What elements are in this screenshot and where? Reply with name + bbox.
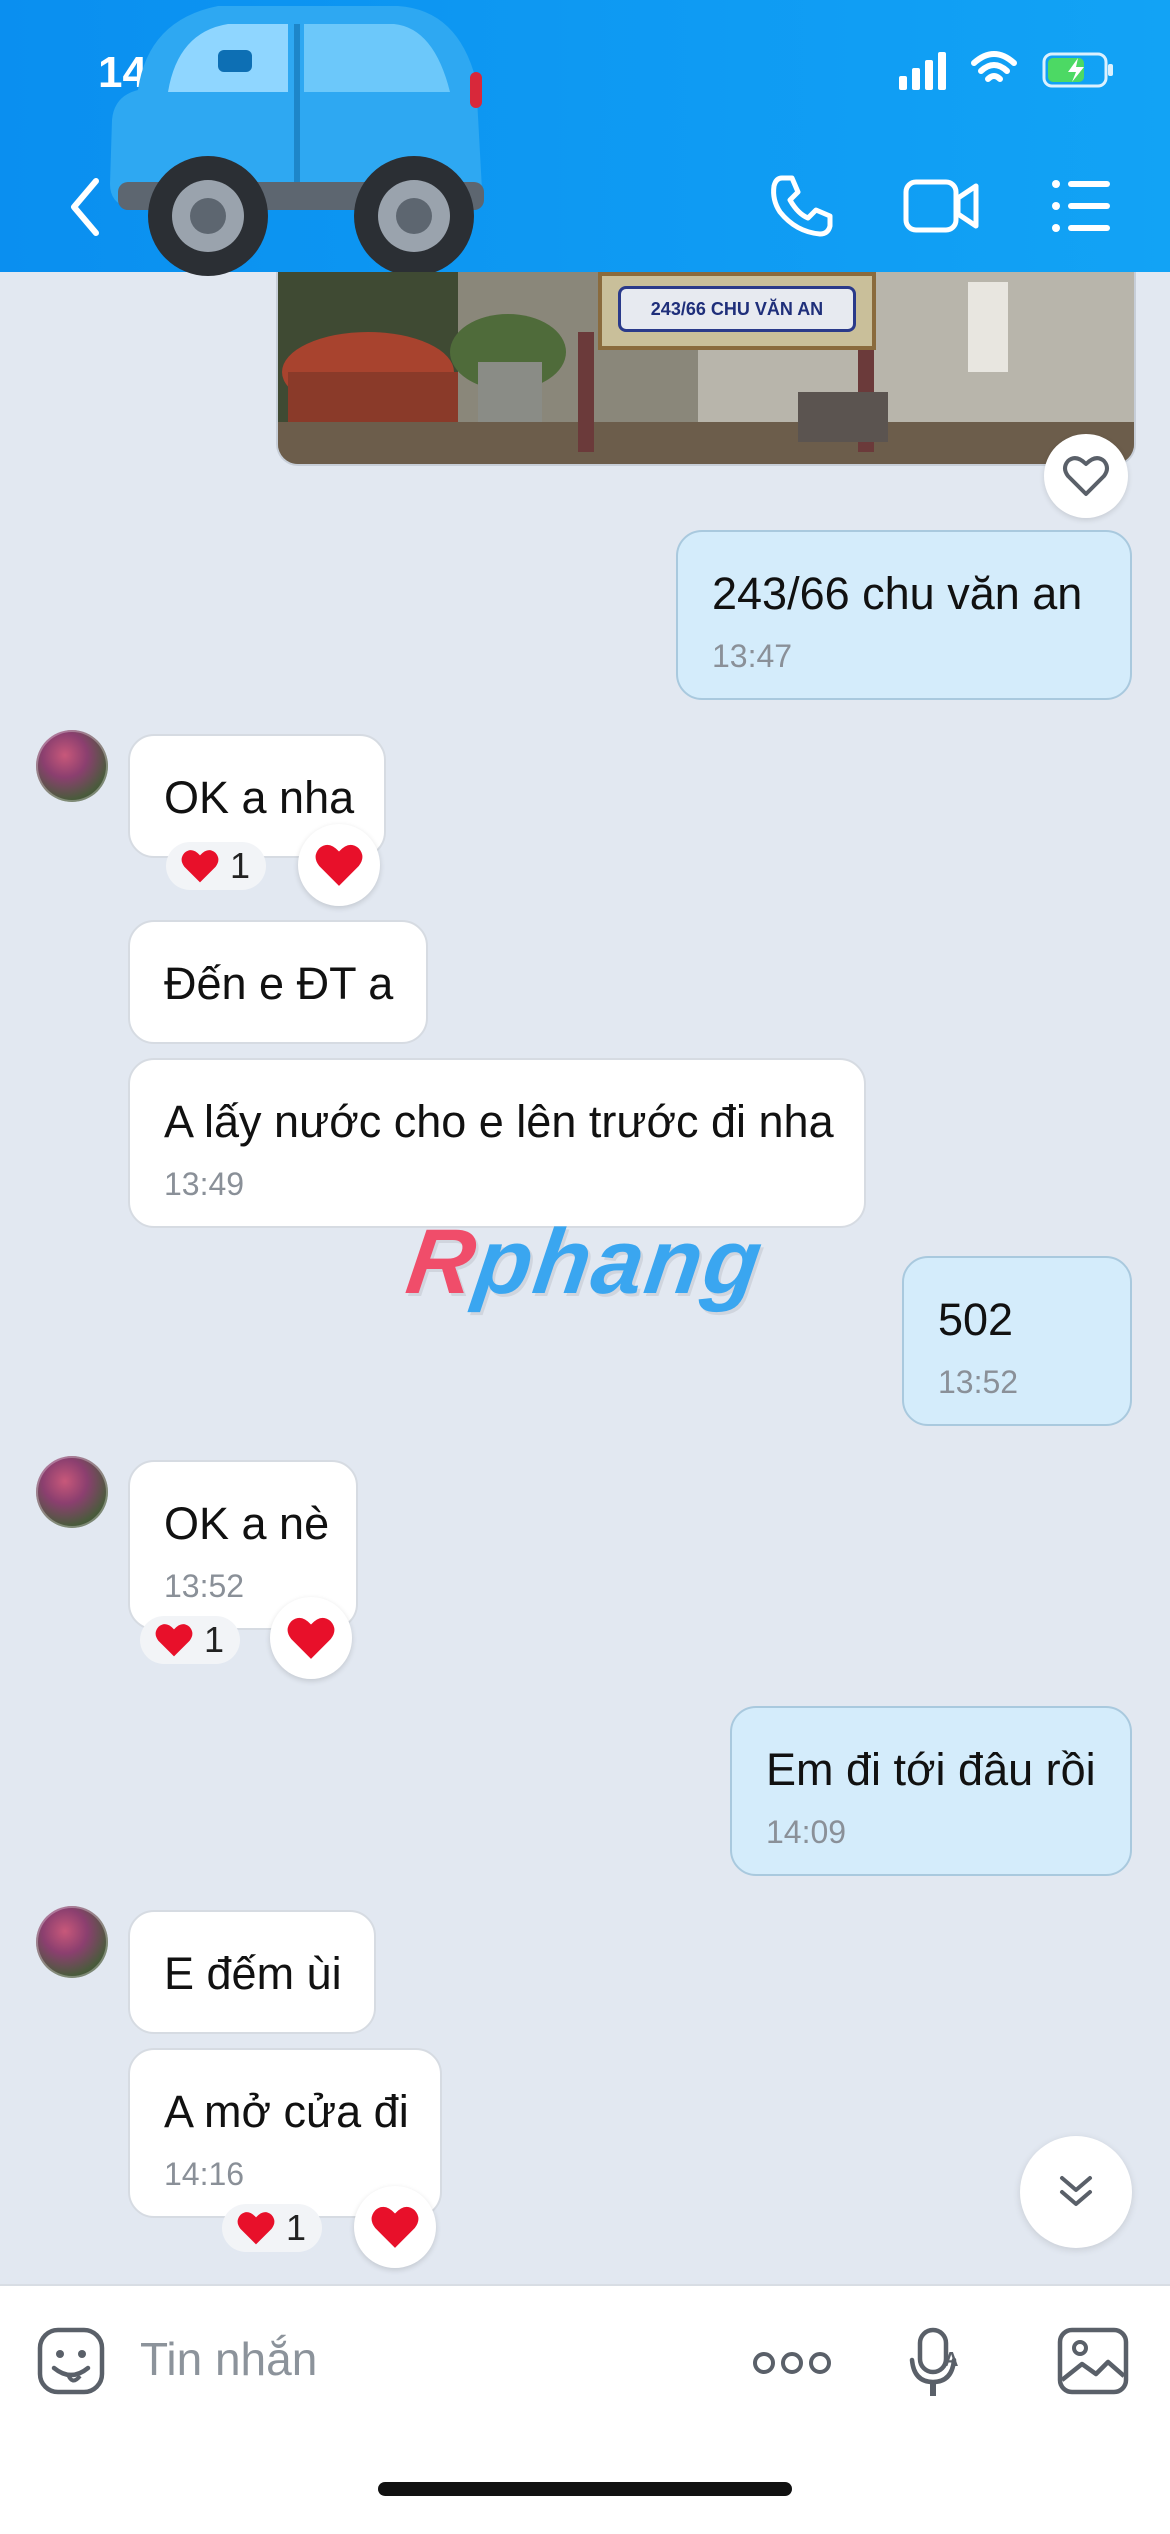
sticker-button[interactable] xyxy=(36,2326,106,2401)
photo-street-sign: 243/66 CHU VĂN AN xyxy=(598,272,876,350)
photo-like-button[interactable] xyxy=(1044,434,1128,518)
heart-icon xyxy=(315,844,363,886)
reaction-summary[interactable]: 1 xyxy=(166,842,267,890)
contact-avatar[interactable] xyxy=(36,1906,108,1978)
video-camera-icon xyxy=(903,179,979,233)
message-text: A mở cửa đi xyxy=(164,2086,409,2137)
message-bubble-outgoing[interactable]: 243/66 chu văn an 13:47 xyxy=(676,530,1132,700)
message-time: 13:47 xyxy=(712,638,793,674)
heart-icon xyxy=(181,850,219,883)
watermark-logo: Rphang xyxy=(400,1211,770,1313)
call-button[interactable] xyxy=(768,172,836,240)
message-text: E đếm ùi xyxy=(164,1948,342,1999)
message-text: 243/66 chu văn an xyxy=(712,568,1083,619)
more-options-button[interactable] xyxy=(752,2348,832,2383)
image-picker-button[interactable] xyxy=(1056,2326,1130,2401)
voice-to-text-icon: A xyxy=(909,2327,958,2396)
svg-text:A: A xyxy=(944,2349,958,2371)
message-text: OK a nha xyxy=(164,772,355,823)
heart-icon xyxy=(287,1617,335,1659)
reaction-count: 1 xyxy=(230,845,251,886)
message-bubble-incoming[interactable]: Đến e ĐT a xyxy=(128,920,428,1044)
chat-menu-button[interactable] xyxy=(1050,172,1112,240)
message-time: 13:49 xyxy=(164,1166,245,1202)
list-menu-icon xyxy=(1052,180,1110,232)
message-time: 13:52 xyxy=(938,1364,1019,1400)
wifi-icon xyxy=(970,51,1018,89)
heart-icon xyxy=(155,1624,193,1657)
chevron-left-icon xyxy=(71,178,99,236)
heart-outline-icon xyxy=(1063,456,1109,496)
message-text: 502 xyxy=(938,1294,1014,1345)
react-heart-button[interactable] xyxy=(298,824,380,906)
status-icons xyxy=(899,50,1114,90)
message-text: Đến e ĐT a xyxy=(164,958,394,1009)
message-input-bar: Tin nhắn A xyxy=(0,2284,1170,2534)
message-bubble-outgoing[interactable]: 502 13:52 xyxy=(902,1256,1132,1426)
battery-charging-icon xyxy=(1042,52,1114,88)
reaction-summary[interactable]: 1 xyxy=(140,1616,241,1664)
video-call-button[interactable] xyxy=(902,172,980,240)
more-icon xyxy=(753,2352,831,2374)
double-chevron-down-icon xyxy=(1060,2176,1092,2206)
home-indicator xyxy=(378,2482,792,2496)
street-sign-text: 243/66 CHU VĂN AN xyxy=(618,286,856,332)
contact-avatar[interactable] xyxy=(36,730,108,802)
message-time: 13:52 xyxy=(164,1568,245,1604)
message-bubble-outgoing[interactable]: Em đi tới đâu rồi 14:09 xyxy=(730,1706,1132,1876)
message-text: Em đi tới đâu rồi xyxy=(766,1744,1096,1795)
phone-icon xyxy=(771,175,833,237)
message-time: 14:16 xyxy=(164,2156,245,2192)
reaction-count: 1 xyxy=(286,2207,307,2248)
reaction-summary[interactable]: 1 xyxy=(222,2204,323,2252)
heart-icon xyxy=(237,2212,275,2245)
message-text: OK a nè xyxy=(164,1498,330,1549)
react-heart-button[interactable] xyxy=(270,1597,352,1679)
image-icon xyxy=(1057,2327,1129,2395)
scroll-to-bottom-button[interactable] xyxy=(1020,2136,1132,2248)
reaction-count: 1 xyxy=(204,1619,225,1660)
heart-icon xyxy=(371,2206,419,2248)
back-button[interactable] xyxy=(66,175,102,244)
car-sticker xyxy=(98,0,498,285)
message-bubble-incoming[interactable]: E đếm ùi xyxy=(128,1910,376,2034)
message-bubble-incoming[interactable]: A lấy nước cho e lên trước đi nha 13:49 xyxy=(128,1058,866,1228)
chat-header: 14:2 xyxy=(0,0,1170,276)
photo-message[interactable]: 243/66 CHU VĂN AN xyxy=(276,272,1136,466)
message-text: A lấy nước cho e lên trước đi nha xyxy=(164,1096,834,1147)
voice-to-text-button[interactable]: A xyxy=(906,2326,966,2405)
message-input[interactable]: Tin nhắn xyxy=(140,2332,317,2386)
react-heart-button[interactable] xyxy=(354,2186,436,2268)
contact-avatar[interactable] xyxy=(36,1456,108,1528)
sticker-icon xyxy=(37,2327,105,2395)
cellular-signal-icon xyxy=(899,50,946,90)
message-time: 14:09 xyxy=(766,1814,847,1850)
